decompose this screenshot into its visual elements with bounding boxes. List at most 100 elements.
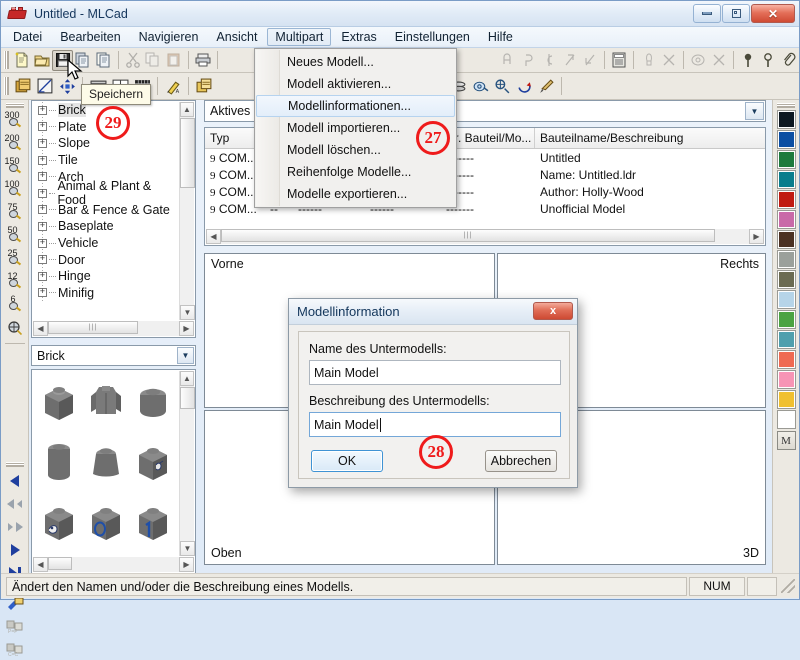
menu-multipart[interactable]: Multipart [267,28,332,46]
step-first-button[interactable] [2,469,28,492]
ok-button[interactable]: OK [311,450,383,472]
rotate-view-button[interactable] [513,76,535,97]
menu-item-modellinformationen[interactable]: Modellinformationen... [256,95,455,117]
paste-button[interactable] [163,50,183,71]
delete-light-button[interactable] [659,50,679,71]
expander-icon[interactable]: + [38,221,47,231]
expander-icon[interactable]: + [38,271,47,281]
toolbar-grip[interactable] [4,77,9,95]
copy-button[interactable] [143,50,163,71]
zoom-50-button[interactable]: 50 [2,225,28,248]
color-swatch-brown[interactable] [776,230,796,249]
menu-navigieren[interactable]: Navigieren [131,28,207,46]
light-tool-button[interactable] [638,50,658,71]
menu-extras[interactable]: Extras [333,28,384,46]
tree-item-minifig[interactable]: + Minifig [32,285,178,302]
scroll-down-arrow[interactable]: ▼ [180,305,195,320]
scroll-right-arrow[interactable]: ▶ [179,557,194,572]
expander-icon[interactable]: + [38,188,47,198]
scroll-up-arrow[interactable]: ▲ [180,102,194,117]
scroll-thumb[interactable]: ||| [221,229,715,242]
color-swatch-white[interactable] [776,410,796,429]
color-swatch-black[interactable] [776,110,796,129]
color-swatch-yellow[interactable] [776,390,796,409]
step-next-fast-button[interactable] [2,515,28,538]
chevron-down-icon[interactable]: ▼ [177,347,194,364]
camera-button[interactable] [491,76,513,97]
zoom-150-button[interactable]: 150 [2,156,28,179]
part-thumb-brick-round-tall[interactable] [35,433,82,493]
color-swatch-dark-olive[interactable] [776,270,796,289]
menu-datei[interactable]: Datei [5,28,50,46]
color-swatch-green[interactable] [776,150,796,169]
color-swatch-magenta[interactable] [776,210,796,229]
tree-item-tile[interactable]: + Tile [32,152,178,169]
expander-icon[interactable]: + [38,105,47,115]
part-thumb-brick-cone[interactable] [82,433,129,493]
expander-icon[interactable]: + [38,122,47,132]
color-to-color-button[interactable]: C=C [2,637,28,660]
part-thumb-brick-round-1x1[interactable] [129,373,176,433]
expander-icon[interactable]: + [38,138,47,148]
close-button[interactable]: ✕ [751,4,795,23]
calculator-button[interactable] [609,50,629,71]
preview-horizontal-scrollbar[interactable]: ◀ ▶ [33,557,194,572]
scroll-right-arrow[interactable]: ▶ [179,321,194,336]
color-picker-button[interactable]: A [162,76,184,97]
color-swatch-blue[interactable] [776,130,796,149]
menu-ansicht[interactable]: Ansicht [208,28,265,46]
menu-item-modelle-exportieren[interactable]: Modelle exportieren... [255,183,456,205]
part-thumb-brick-1x1[interactable] [35,373,82,433]
scroll-thumb[interactable] [180,118,195,188]
resize-grip-icon[interactable] [781,579,795,593]
submodel-name-input[interactable]: Main Model [309,360,561,385]
tree-vertical-scrollbar[interactable]: ▲ ▼ [179,102,195,320]
pin-button[interactable] [738,50,758,71]
scroll-down-arrow[interactable]: ▼ [180,541,195,556]
tree-item-door[interactable]: + Door [32,251,178,268]
zoom-12-button[interactable]: 12 [2,271,28,294]
scroll-track[interactable]: ||| [48,321,179,336]
expander-icon[interactable]: + [38,172,47,182]
expander-icon[interactable]: + [38,155,47,165]
part-thumb-minifig-torso[interactable] [82,373,129,433]
minimize-button[interactable] [693,4,721,23]
light-bulb-button[interactable] [469,76,491,97]
dialog-close-button[interactable]: x [533,302,573,320]
menu-item-modell-aktivieren[interactable]: Modell aktivieren... [255,73,456,95]
zoom-fit-button[interactable] [2,317,28,340]
attach-button[interactable] [779,50,799,71]
scroll-right-arrow[interactable]: ▶ [749,229,764,244]
zoom-200-button[interactable]: 200 [2,133,28,156]
menu-hilfe[interactable]: Hilfe [480,28,521,46]
grid-horizontal-scrollbar[interactable]: ◀ ||| ▶ [206,229,764,244]
rotate-y-button[interactable] [518,50,538,71]
restore-button[interactable] [722,4,750,23]
color-swatch-gray[interactable] [776,250,796,269]
open-file-button[interactable] [32,50,52,71]
more-colors-button[interactable]: M [776,431,796,450]
color-swatch-pink[interactable] [776,370,796,389]
print-button[interactable] [193,50,213,71]
part-thumb-brick-pattern-swan[interactable] [35,493,82,553]
expander-icon[interactable]: + [38,238,47,248]
parts-preview-panel[interactable]: ▲ ▼ ◀ ▶ [31,369,196,574]
tree-item-vehicle[interactable]: + Vehicle [32,235,178,252]
grid-col-bauteilname[interactable]: Bauteilname/Beschreibung [535,128,765,148]
color-swatch-teal[interactable] [776,170,796,189]
zoom-100-button[interactable]: 100 [2,179,28,202]
menu-item-neues-modell[interactable]: Neues Modell... [255,51,456,73]
scroll-thumb[interactable]: ||| [48,321,138,334]
step-prev-fast-button[interactable] [2,492,28,515]
toolbar-grip[interactable] [5,103,24,108]
scroll-left-arrow[interactable]: ◀ [206,229,221,244]
cut-button[interactable] [123,50,143,71]
menu-item-reihenfolge-modelle[interactable]: Reihenfolge Modelle... [255,161,456,183]
mirror-x-button[interactable] [559,50,579,71]
new-file-button[interactable] [12,50,32,71]
color-swatch-light-teal[interactable] [776,330,796,349]
rotate-z-button[interactable] [539,50,559,71]
color-swatch-salmon[interactable] [776,350,796,369]
scroll-thumb[interactable] [180,387,195,409]
expander-icon[interactable]: + [38,205,47,215]
